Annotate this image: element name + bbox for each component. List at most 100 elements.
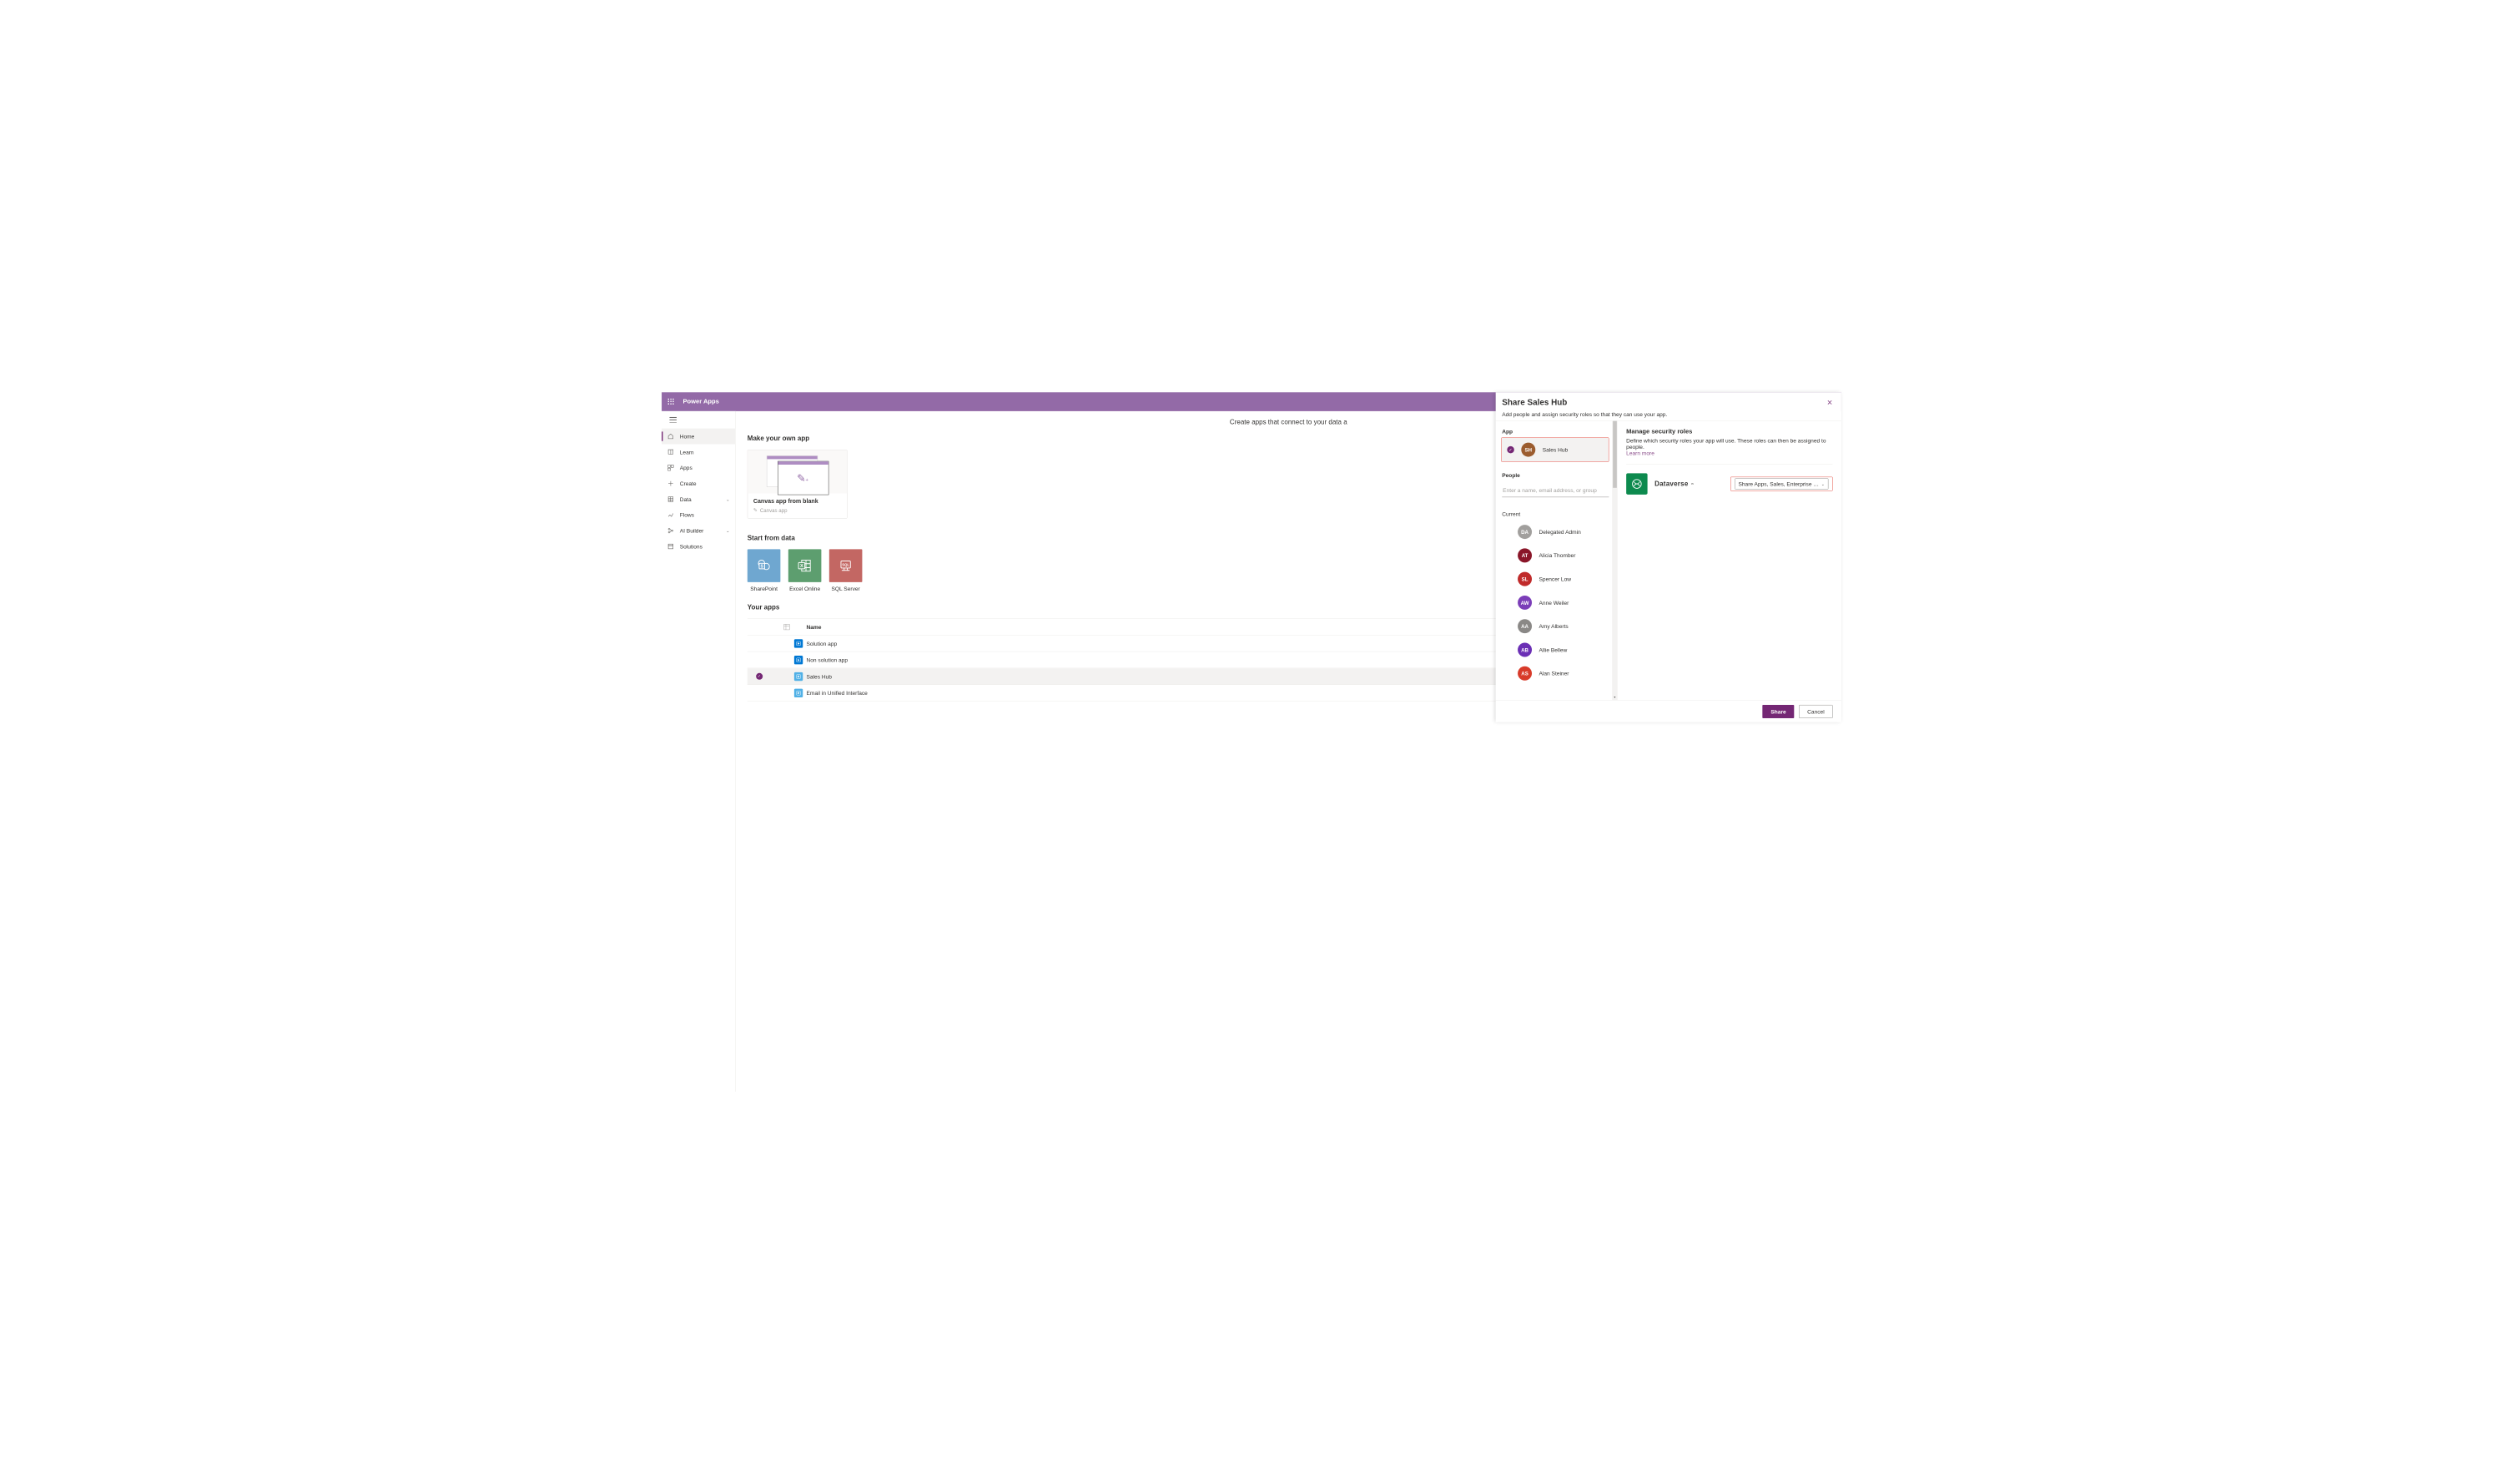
app-row[interactable]: ✓ SH Sales Hub	[1501, 437, 1609, 461]
nav-item-apps[interactable]: Apps	[662, 460, 735, 475]
share-left-column: App ✓ SH Sales Hub People Enter a name, …	[1496, 421, 1618, 701]
cancel-button[interactable]: Cancel	[1799, 705, 1832, 718]
nav-label: Apps	[680, 465, 730, 471]
person-avatar: SL	[1518, 572, 1532, 586]
person-name: Spencer Low	[1539, 576, 1572, 582]
nav-label: Home	[680, 433, 730, 440]
row-selector[interactable]: ✓	[752, 673, 768, 680]
share-right-column: Manage security roles Define which secur…	[1618, 421, 1841, 701]
nav-label: Solutions	[680, 543, 730, 550]
nav-label: Data	[680, 496, 721, 503]
person-row[interactable]: DA Delegated Admin	[1501, 520, 1618, 543]
home-icon	[667, 433, 674, 440]
nav-item-home[interactable]: Home	[662, 429, 735, 445]
person-row[interactable]: AB Allie Bellew	[1501, 638, 1618, 662]
person-avatar: DA	[1518, 525, 1532, 539]
app-type-icon	[794, 656, 803, 664]
flow-icon	[667, 511, 674, 518]
roles-title: Manage security roles	[1626, 428, 1832, 435]
app-type-icon	[794, 688, 803, 697]
datasource-tile: X	[788, 549, 822, 582]
anchor-marker: ⁿ	[1691, 481, 1694, 487]
nav-item-solutions[interactable]: Solutions	[662, 539, 735, 555]
nav-collapse-button[interactable]	[662, 411, 735, 429]
learn-more-link[interactable]: Learn more	[1626, 450, 1654, 457]
person-name: Amy Alberts	[1539, 623, 1569, 630]
check-icon: ✓	[1507, 446, 1513, 453]
svg-text:S: S	[761, 564, 764, 569]
nav-item-data[interactable]: Data ⌄	[662, 491, 735, 507]
nav-item-create[interactable]: Create	[662, 475, 735, 491]
person-row[interactable]: ATAlicia Thomber	[1501, 544, 1618, 567]
person-row[interactable]: AA Amy Alberts	[1501, 615, 1618, 638]
nav-label: Create	[680, 480, 730, 487]
nav-label: Learn	[680, 449, 730, 455]
datasource-sharepoint[interactable]: SSharePoint	[748, 549, 781, 591]
person-avatar: AS	[1518, 667, 1532, 681]
person-name: Alicia Thomber	[1539, 552, 1576, 559]
app-name: Sales Hub	[1543, 446, 1568, 453]
card-title: Canvas app from blank	[753, 498, 842, 505]
nav-item-ai-builder[interactable]: AI Builder ⌄	[662, 523, 735, 539]
person-row[interactable]: AS Alan Steiner	[1501, 662, 1618, 685]
close-icon[interactable]: ✕	[1826, 399, 1832, 407]
app-avatar: SH	[1521, 443, 1535, 457]
sol-icon	[667, 543, 674, 550]
left-nav: Home Learn Apps Create Data ⌄ Flows AI Builder ⌄…	[662, 411, 736, 1092]
chevron-down-icon: ⌄	[1821, 481, 1825, 486]
share-panel: Share Sales Hub ✕ Add people and assign …	[1496, 392, 1841, 722]
person-avatar: AW	[1518, 596, 1532, 610]
person-name: Delegated Admin	[1539, 529, 1581, 536]
roles-value: Share Apps, Sales, Enterprise app a…	[1738, 480, 1821, 487]
app-launcher-icon[interactable]	[662, 392, 681, 411]
panel-subtitle: Add people and assign security roles so …	[1502, 411, 1832, 418]
roles-dropdown[interactable]: Share Apps, Sales, Enterprise app a… ⌄	[1730, 477, 1833, 491]
pencil-icon: ✎+	[797, 472, 808, 485]
person-name: Anne Weiler	[1539, 600, 1569, 606]
data-icon	[667, 496, 674, 502]
datasource-tile: S	[748, 549, 781, 582]
column-icon[interactable]	[767, 624, 806, 631]
scrollbar[interactable]: ▾	[1612, 421, 1618, 701]
person-row[interactable]: AW Anne Weiler	[1501, 591, 1618, 614]
nav-item-learn[interactable]: Learn	[662, 444, 735, 460]
person-name: Allie Bellew	[1539, 646, 1568, 653]
app-section-label: App	[1501, 425, 1618, 437]
person-avatar: AA	[1518, 619, 1532, 633]
svg-text:SQL: SQL	[842, 563, 849, 567]
nav-item-flows[interactable]: Flows	[662, 507, 735, 523]
datasource-label: SQL Server	[829, 586, 863, 592]
person-row[interactable]: SL Spencer Low	[1501, 567, 1618, 591]
card-art: ✎+	[748, 450, 847, 494]
checkmark-icon: ✓	[756, 673, 763, 680]
ai-icon	[667, 527, 674, 534]
person-name: Alan Steiner	[1539, 670, 1569, 677]
blank-canvas-card[interactable]: ✎+ Canvas app from blank ✎Canvas app	[748, 450, 848, 518]
card-subtitle: Canvas app	[760, 507, 788, 513]
apps-icon	[667, 465, 674, 471]
chevron-down-icon: ⌄	[726, 496, 729, 501]
book-icon	[667, 449, 674, 455]
dataverse-label: Dataverse	[1654, 480, 1688, 487]
nav-label: AI Builder	[680, 527, 721, 534]
share-button[interactable]: Share	[1762, 705, 1794, 718]
dataverse-icon	[1626, 473, 1647, 494]
datasource-tile: SQL	[829, 549, 863, 582]
app-type-icon	[794, 672, 803, 681]
datasource-sql-server[interactable]: SQL SQL Server	[829, 549, 863, 591]
people-section-label: People	[1501, 470, 1618, 481]
pencil-icon: ✎	[753, 507, 758, 514]
current-label: Current	[1501, 508, 1618, 520]
roles-subtitle: Define which security roles your app wil…	[1626, 437, 1826, 450]
nav-label: Flows	[680, 512, 730, 519]
panel-title: Share Sales Hub	[1502, 398, 1826, 407]
svg-text:X: X	[800, 564, 803, 569]
app-type-icon	[794, 639, 803, 647]
people-input[interactable]: Enter a name, email address, or group	[1502, 485, 1609, 497]
datasource-label: Excel Online	[788, 586, 822, 592]
plus-icon	[667, 480, 674, 486]
datasource-excel-online[interactable]: X Excel Online	[788, 549, 822, 591]
chevron-down-icon: ⌄	[726, 528, 729, 533]
brand-title: Power Apps	[683, 398, 719, 405]
person-avatar: AB	[1518, 642, 1532, 656]
